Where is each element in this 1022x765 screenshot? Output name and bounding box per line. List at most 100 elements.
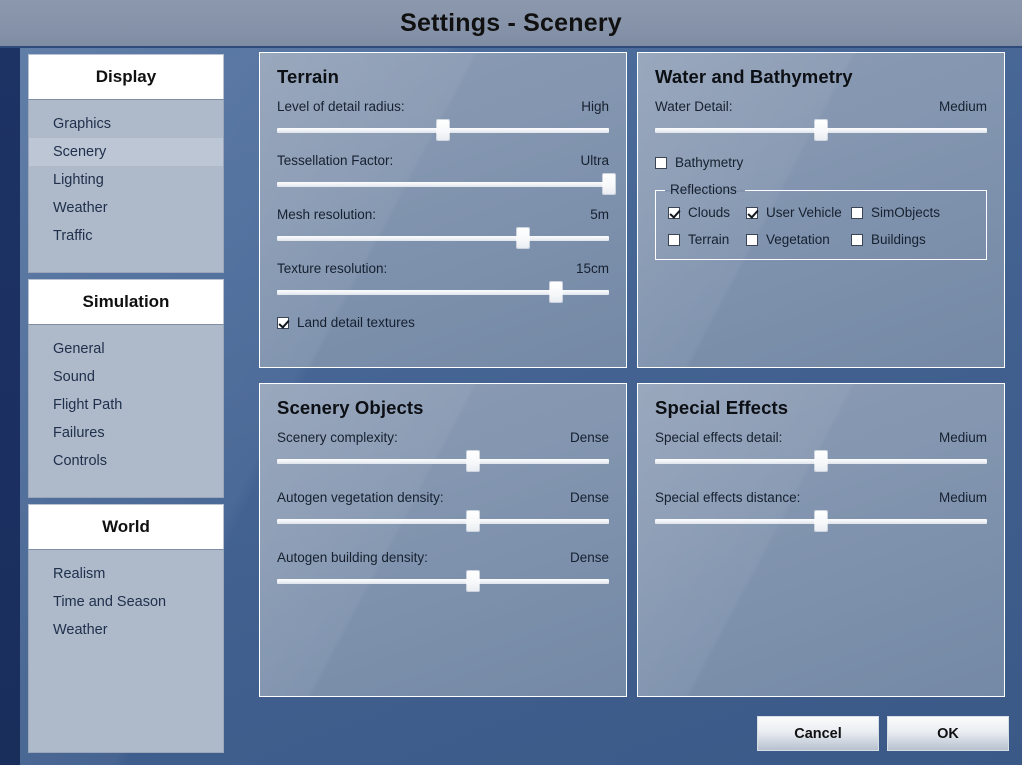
sidebar-item-flight-path[interactable]: Flight Path: [29, 391, 223, 419]
slider-value: Dense: [569, 430, 609, 445]
sidebar-item-world-weather[interactable]: Weather: [29, 616, 223, 644]
checkbox-label: Land detail textures: [297, 315, 415, 330]
panel-content-water: Water Detail: Medium Bathymetry Reflecti…: [655, 99, 987, 260]
slider-thumb[interactable]: [466, 511, 479, 531]
slider-special-effects-distance[interactable]: [655, 511, 987, 531]
checkbox-box[interactable]: [277, 316, 289, 329]
panel-content-scenery-objects: Scenery complexity: Dense Autogen vegeta…: [277, 430, 609, 604]
sidebar-item-graphics[interactable]: Graphics: [29, 110, 223, 138]
checkbox-box[interactable]: [851, 233, 863, 246]
checkbox-box[interactable]: [655, 156, 667, 169]
sidebar-item-traffic[interactable]: Traffic: [29, 222, 223, 250]
slider-track[interactable]: [277, 236, 609, 241]
slider-row-special-effects-distance: Special effects distance: Medium: [655, 490, 987, 531]
checkbox-label: Terrain: [688, 232, 730, 247]
slider-track[interactable]: [277, 519, 609, 524]
slider-texture-resolution[interactable]: [277, 282, 609, 302]
slider-label: Tessellation Factor:: [277, 153, 394, 168]
slider-scenery-complexity[interactable]: [277, 451, 609, 471]
slider-mesh-resolution[interactable]: [277, 228, 609, 248]
sidebar-group-title-world: World: [28, 504, 224, 549]
checkbox-box[interactable]: [746, 233, 758, 246]
sidebar-group-world: World Realism Time and Season Weather: [28, 504, 224, 753]
ok-button[interactable]: OK: [887, 716, 1009, 751]
panel-title-terrain: Terrain: [277, 66, 340, 87]
checkbox-reflections-vegetation[interactable]: Vegetation: [746, 232, 851, 247]
slider-thumb[interactable]: [466, 451, 479, 471]
reflections-checkbox-grid: Clouds User Vehicle SimObjects Terrain V…: [668, 205, 974, 247]
checkbox-land-detail-textures[interactable]: Land detail textures: [277, 315, 609, 330]
checkbox-label: Clouds: [688, 205, 731, 220]
group-reflections: Reflections Clouds User Vehicle SimObjec…: [655, 182, 987, 260]
checkbox-box[interactable]: [851, 206, 863, 219]
sidebar-item-weather[interactable]: Weather: [29, 194, 223, 222]
sidebar-group-title-simulation: Simulation: [28, 279, 224, 324]
slider-autogen-vegetation-density[interactable]: [277, 511, 609, 531]
slider-label: Water Detail:: [655, 99, 733, 114]
slider-autogen-building-density[interactable]: [277, 571, 609, 591]
sidebar-item-time-and-season[interactable]: Time and Season: [29, 588, 223, 616]
sidebar-group-items-display: Graphics Scenery Lighting Weather Traffi…: [28, 99, 224, 273]
slider-track[interactable]: [277, 182, 609, 187]
slider-value: 5m: [590, 207, 609, 222]
panel-terrain: Terrain Level of detail radius: High Tes…: [259, 52, 627, 368]
slider-special-effects-detail[interactable]: [655, 451, 987, 471]
slider-track[interactable]: [277, 579, 609, 584]
slider-value: High: [581, 99, 609, 114]
panel-water-and-bathymetry: Water and Bathymetry Water Detail: Mediu…: [637, 52, 1005, 368]
checkbox-box[interactable]: [746, 206, 758, 219]
group-legend-reflections: Reflections: [670, 182, 737, 197]
slider-thumb[interactable]: [815, 120, 827, 140]
slider-thumb[interactable]: [516, 228, 529, 248]
checkbox-reflections-simobjects[interactable]: SimObjects: [851, 205, 974, 220]
slider-row-autogen-vegetation-density: Autogen vegetation density: Dense: [277, 490, 609, 531]
panel-title-scenery-objects: Scenery Objects: [277, 397, 424, 418]
slider-thumb[interactable]: [603, 174, 615, 194]
panel-special-effects: Special Effects Special effects detail: …: [637, 383, 1005, 697]
cancel-button[interactable]: Cancel: [757, 716, 879, 751]
slider-label: Autogen building density:: [277, 550, 428, 565]
slider-row-tessellation-factor: Tessellation Factor: Ultra: [277, 153, 615, 194]
checkbox-label: Buildings: [871, 232, 926, 247]
slider-row-water-detail: Water Detail: Medium: [655, 99, 987, 140]
slider-value: Dense: [569, 490, 609, 505]
sidebar-group-simulation: Simulation General Sound Flight Path Fai…: [28, 279, 224, 498]
slider-track[interactable]: [277, 459, 609, 464]
left-rail: [0, 48, 20, 765]
sidebar-item-failures[interactable]: Failures: [29, 419, 223, 447]
slider-water-detail[interactable]: [655, 120, 987, 140]
checkbox-reflections-terrain[interactable]: Terrain: [668, 232, 746, 247]
slider-label: Special effects distance:: [655, 490, 801, 505]
panel-title-water: Water and Bathymetry: [655, 66, 853, 87]
sidebar-group-title-display: Display: [28, 54, 224, 99]
slider-thumb[interactable]: [815, 451, 827, 471]
slider-thumb[interactable]: [549, 282, 562, 302]
slider-row-texture-resolution: Texture resolution: 15cm: [277, 261, 609, 302]
checkbox-reflections-clouds[interactable]: Clouds: [668, 205, 746, 220]
checkbox-label: User Vehicle: [766, 205, 842, 220]
slider-thumb[interactable]: [437, 120, 449, 140]
slider-thumb[interactable]: [815, 511, 827, 531]
sidebar-group-display: Display Graphics Scenery Lighting Weathe…: [28, 54, 224, 273]
slider-row-autogen-building-density: Autogen building density: Dense: [277, 550, 609, 591]
sidebar-group-items-simulation: General Sound Flight Path Failures Contr…: [28, 324, 224, 498]
slider-label: Level of detail radius:: [277, 99, 405, 114]
checkbox-bathymetry[interactable]: Bathymetry: [655, 155, 987, 170]
slider-tessellation-factor[interactable]: [277, 174, 615, 194]
slider-label: Texture resolution:: [277, 261, 388, 276]
sidebar-item-scenery[interactable]: Scenery: [29, 138, 223, 166]
sidebar-item-sound[interactable]: Sound: [29, 363, 223, 391]
settings-window: Settings - Scenery Display Graphics Scen…: [0, 0, 1022, 765]
checkbox-reflections-buildings[interactable]: Buildings: [851, 232, 974, 247]
slider-thumb[interactable]: [466, 571, 479, 591]
sidebar-item-general[interactable]: General: [29, 335, 223, 363]
sidebar-item-lighting[interactable]: Lighting: [29, 166, 223, 194]
panel-content-terrain: Level of detail radius: High Tessellatio…: [277, 99, 615, 330]
sidebar-item-realism[interactable]: Realism: [29, 560, 223, 588]
slider-value: Medium: [938, 99, 987, 114]
checkbox-reflections-user-vehicle[interactable]: User Vehicle: [746, 205, 851, 220]
slider-level-of-detail-radius[interactable]: [277, 120, 609, 140]
checkbox-box[interactable]: [668, 206, 680, 219]
sidebar-item-controls[interactable]: Controls: [29, 447, 223, 475]
checkbox-box[interactable]: [668, 233, 680, 246]
